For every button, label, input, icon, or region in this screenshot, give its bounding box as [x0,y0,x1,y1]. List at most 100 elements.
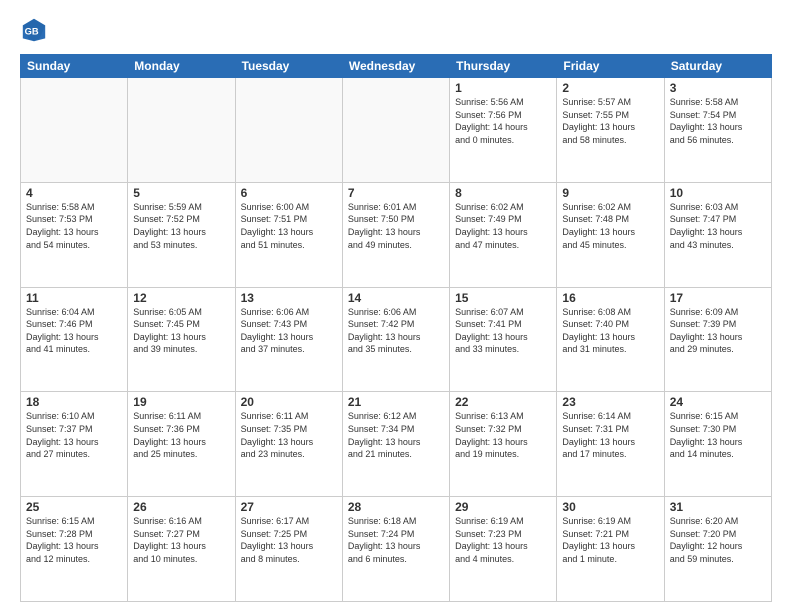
calendar-cell: 19Sunrise: 6:11 AM Sunset: 7:36 PM Dayli… [128,392,235,497]
calendar-week-row: 25Sunrise: 6:15 AM Sunset: 7:28 PM Dayli… [21,497,772,602]
cell-info: Sunrise: 6:19 AM Sunset: 7:21 PM Dayligh… [562,515,658,565]
cell-day-number: 19 [133,395,229,409]
calendar-cell: 17Sunrise: 6:09 AM Sunset: 7:39 PM Dayli… [664,287,771,392]
cell-info: Sunrise: 6:08 AM Sunset: 7:40 PM Dayligh… [562,306,658,356]
calendar-cell [128,78,235,183]
calendar-week-row: 18Sunrise: 6:10 AM Sunset: 7:37 PM Dayli… [21,392,772,497]
cell-day-number: 31 [670,500,766,514]
cell-info: Sunrise: 6:02 AM Sunset: 7:49 PM Dayligh… [455,201,551,251]
calendar-cell: 23Sunrise: 6:14 AM Sunset: 7:31 PM Dayli… [557,392,664,497]
page: GB SundayMondayTuesdayWednesdayThursdayF… [0,0,792,612]
cell-info: Sunrise: 6:06 AM Sunset: 7:43 PM Dayligh… [241,306,337,356]
cell-info: Sunrise: 6:00 AM Sunset: 7:51 PM Dayligh… [241,201,337,251]
weekday-header-tuesday: Tuesday [235,55,342,78]
calendar-cell: 18Sunrise: 6:10 AM Sunset: 7:37 PM Dayli… [21,392,128,497]
cell-day-number: 24 [670,395,766,409]
calendar-cell: 14Sunrise: 6:06 AM Sunset: 7:42 PM Dayli… [342,287,449,392]
cell-day-number: 14 [348,291,444,305]
cell-day-number: 7 [348,186,444,200]
calendar-cell: 21Sunrise: 6:12 AM Sunset: 7:34 PM Dayli… [342,392,449,497]
logo-icon: GB [20,16,48,44]
cell-day-number: 13 [241,291,337,305]
svg-text:GB: GB [25,27,39,37]
cell-info: Sunrise: 6:06 AM Sunset: 7:42 PM Dayligh… [348,306,444,356]
calendar-cell [342,78,449,183]
calendar-cell: 9Sunrise: 6:02 AM Sunset: 7:48 PM Daylig… [557,182,664,287]
cell-day-number: 2 [562,81,658,95]
calendar-cell: 15Sunrise: 6:07 AM Sunset: 7:41 PM Dayli… [450,287,557,392]
cell-info: Sunrise: 6:12 AM Sunset: 7:34 PM Dayligh… [348,410,444,460]
cell-day-number: 5 [133,186,229,200]
cell-info: Sunrise: 6:20 AM Sunset: 7:20 PM Dayligh… [670,515,766,565]
weekday-header-monday: Monday [128,55,235,78]
cell-info: Sunrise: 6:15 AM Sunset: 7:28 PM Dayligh… [26,515,122,565]
calendar-cell: 4Sunrise: 5:58 AM Sunset: 7:53 PM Daylig… [21,182,128,287]
cell-day-number: 18 [26,395,122,409]
calendar-cell: 27Sunrise: 6:17 AM Sunset: 7:25 PM Dayli… [235,497,342,602]
cell-info: Sunrise: 5:58 AM Sunset: 7:53 PM Dayligh… [26,201,122,251]
weekday-header-saturday: Saturday [664,55,771,78]
calendar-cell: 20Sunrise: 6:11 AM Sunset: 7:35 PM Dayli… [235,392,342,497]
cell-info: Sunrise: 6:04 AM Sunset: 7:46 PM Dayligh… [26,306,122,356]
cell-info: Sunrise: 6:02 AM Sunset: 7:48 PM Dayligh… [562,201,658,251]
calendar-cell: 7Sunrise: 6:01 AM Sunset: 7:50 PM Daylig… [342,182,449,287]
cell-day-number: 8 [455,186,551,200]
calendar-week-row: 1Sunrise: 5:56 AM Sunset: 7:56 PM Daylig… [21,78,772,183]
cell-info: Sunrise: 6:16 AM Sunset: 7:27 PM Dayligh… [133,515,229,565]
calendar-cell: 29Sunrise: 6:19 AM Sunset: 7:23 PM Dayli… [450,497,557,602]
cell-day-number: 26 [133,500,229,514]
cell-info: Sunrise: 6:14 AM Sunset: 7:31 PM Dayligh… [562,410,658,460]
cell-info: Sunrise: 5:59 AM Sunset: 7:52 PM Dayligh… [133,201,229,251]
calendar-cell: 26Sunrise: 6:16 AM Sunset: 7:27 PM Dayli… [128,497,235,602]
weekday-header-friday: Friday [557,55,664,78]
calendar-cell: 10Sunrise: 6:03 AM Sunset: 7:47 PM Dayli… [664,182,771,287]
calendar-cell: 2Sunrise: 5:57 AM Sunset: 7:55 PM Daylig… [557,78,664,183]
cell-info: Sunrise: 6:05 AM Sunset: 7:45 PM Dayligh… [133,306,229,356]
cell-info: Sunrise: 6:13 AM Sunset: 7:32 PM Dayligh… [455,410,551,460]
header: GB [20,16,772,44]
calendar-cell [21,78,128,183]
cell-day-number: 30 [562,500,658,514]
cell-info: Sunrise: 5:58 AM Sunset: 7:54 PM Dayligh… [670,96,766,146]
cell-day-number: 3 [670,81,766,95]
cell-day-number: 12 [133,291,229,305]
cell-day-number: 21 [348,395,444,409]
cell-info: Sunrise: 6:15 AM Sunset: 7:30 PM Dayligh… [670,410,766,460]
calendar-cell: 16Sunrise: 6:08 AM Sunset: 7:40 PM Dayli… [557,287,664,392]
weekday-header-wednesday: Wednesday [342,55,449,78]
cell-info: Sunrise: 5:56 AM Sunset: 7:56 PM Dayligh… [455,96,551,146]
cell-day-number: 17 [670,291,766,305]
cell-day-number: 11 [26,291,122,305]
cell-day-number: 4 [26,186,122,200]
cell-info: Sunrise: 6:11 AM Sunset: 7:36 PM Dayligh… [133,410,229,460]
cell-info: Sunrise: 6:01 AM Sunset: 7:50 PM Dayligh… [348,201,444,251]
calendar-cell: 11Sunrise: 6:04 AM Sunset: 7:46 PM Dayli… [21,287,128,392]
calendar-cell: 22Sunrise: 6:13 AM Sunset: 7:32 PM Dayli… [450,392,557,497]
cell-day-number: 25 [26,500,122,514]
calendar-cell: 1Sunrise: 5:56 AM Sunset: 7:56 PM Daylig… [450,78,557,183]
calendar-cell: 25Sunrise: 6:15 AM Sunset: 7:28 PM Dayli… [21,497,128,602]
cell-day-number: 22 [455,395,551,409]
cell-info: Sunrise: 6:10 AM Sunset: 7:37 PM Dayligh… [26,410,122,460]
calendar-cell: 30Sunrise: 6:19 AM Sunset: 7:21 PM Dayli… [557,497,664,602]
calendar-cell: 31Sunrise: 6:20 AM Sunset: 7:20 PM Dayli… [664,497,771,602]
weekday-header-row: SundayMondayTuesdayWednesdayThursdayFrid… [21,55,772,78]
calendar-cell: 6Sunrise: 6:00 AM Sunset: 7:51 PM Daylig… [235,182,342,287]
cell-day-number: 16 [562,291,658,305]
calendar-cell: 28Sunrise: 6:18 AM Sunset: 7:24 PM Dayli… [342,497,449,602]
cell-day-number: 23 [562,395,658,409]
weekday-header-sunday: Sunday [21,55,128,78]
cell-day-number: 28 [348,500,444,514]
calendar-table: SundayMondayTuesdayWednesdayThursdayFrid… [20,54,772,602]
cell-day-number: 1 [455,81,551,95]
cell-day-number: 15 [455,291,551,305]
cell-day-number: 6 [241,186,337,200]
logo: GB [20,16,52,44]
calendar-cell [235,78,342,183]
weekday-header-thursday: Thursday [450,55,557,78]
cell-day-number: 9 [562,186,658,200]
calendar-cell: 13Sunrise: 6:06 AM Sunset: 7:43 PM Dayli… [235,287,342,392]
cell-info: Sunrise: 6:11 AM Sunset: 7:35 PM Dayligh… [241,410,337,460]
cell-info: Sunrise: 6:17 AM Sunset: 7:25 PM Dayligh… [241,515,337,565]
calendar-cell: 3Sunrise: 5:58 AM Sunset: 7:54 PM Daylig… [664,78,771,183]
